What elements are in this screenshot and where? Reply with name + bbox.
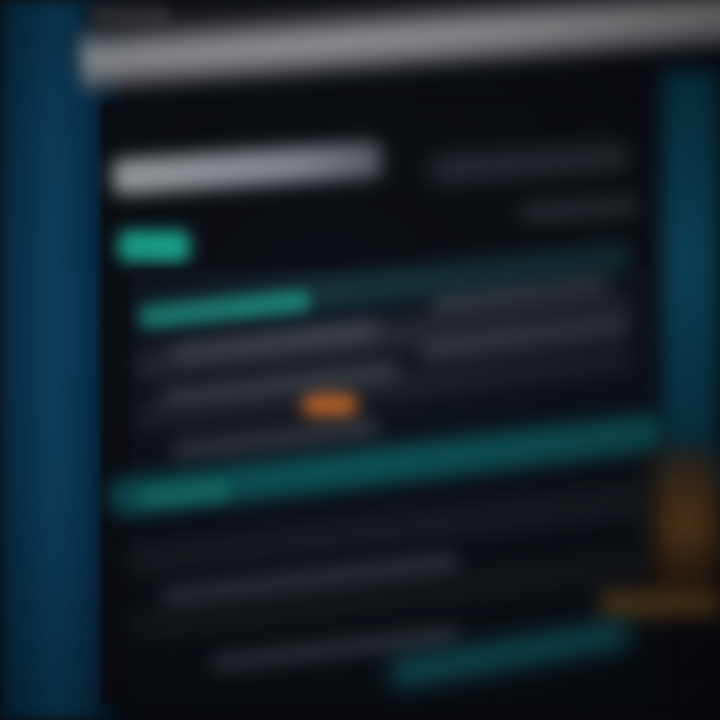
right-orange-bar [600, 590, 720, 618]
right-orange-panel [656, 450, 720, 600]
primary-action-button[interactable] [118, 230, 190, 262]
status-indicator [302, 392, 358, 418]
blurred-ui-screenshot [0, 0, 720, 720]
right-side-panel [662, 70, 720, 490]
